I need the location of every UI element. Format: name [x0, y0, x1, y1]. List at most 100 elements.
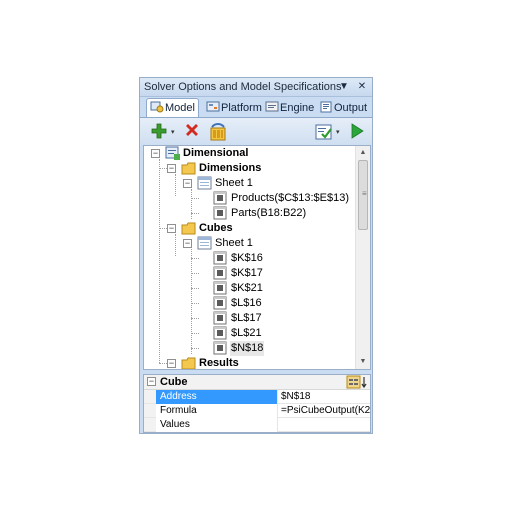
sheet-icon	[197, 236, 212, 250]
add-button[interactable]	[150, 122, 170, 142]
collapse-toggle[interactable]: −	[167, 164, 176, 173]
tab-engine[interactable]: Engine	[261, 98, 318, 117]
tab-model-label: Model	[165, 102, 195, 114]
range-icon	[213, 326, 227, 340]
tree-node-range[interactable]: $L$16	[144, 296, 344, 311]
collapse-toggle[interactable]: −	[167, 359, 176, 368]
collapse-toggle[interactable]: −	[183, 179, 192, 188]
folder-icon	[181, 222, 196, 235]
tree-connector	[191, 318, 199, 319]
tree-node-label: Dimensions	[199, 162, 262, 174]
property-row-address[interactable]: Address $N$18	[144, 390, 370, 404]
property-category-label: Cube	[160, 376, 188, 388]
property-value[interactable]: =PsiCubeOutput(K20)	[279, 404, 370, 418]
tree-node-label: Parts(B18:B22)	[231, 207, 307, 219]
solve-icon	[351, 123, 364, 139]
refresh-icon	[210, 123, 226, 141]
tree-connector	[191, 273, 199, 274]
tab-output-label: Output	[334, 102, 368, 114]
property-row-values[interactable]: Values	[144, 418, 370, 432]
collapse-toggle[interactable]: −	[183, 239, 192, 248]
analyze-icon	[315, 124, 332, 140]
solve-button[interactable]	[349, 122, 369, 142]
tab-engine-label: Engine	[280, 102, 315, 114]
range-icon	[213, 311, 227, 325]
tree-node-label: Products($C$13:$E$13)	[231, 192, 350, 204]
tree-connector	[191, 213, 199, 214]
analyze-dropdown-arrow[interactable]: ▾	[336, 128, 340, 136]
tree-node-label: $L$16	[231, 297, 262, 309]
range-icon	[213, 341, 227, 355]
scroll-up-arrow[interactable]: ▲	[356, 146, 370, 160]
range-icon	[213, 266, 227, 280]
tree-node-sheet[interactable]: − Sheet 1	[144, 176, 344, 191]
scroll-down-arrow[interactable]: ▼	[356, 355, 370, 369]
engine-icon	[265, 101, 279, 112]
tree-connector	[191, 288, 199, 289]
tree-node-range[interactable]: $L$21	[144, 326, 344, 341]
property-grid: − Cube Address $N$18 Formula =PsiCubeOut…	[143, 374, 371, 433]
property-category[interactable]: − Cube	[144, 375, 370, 390]
range-icon	[213, 251, 227, 265]
analyze-button[interactable]	[314, 122, 334, 142]
tree-node-results[interactable]: − Results	[144, 356, 344, 369]
property-name: Formula	[156, 404, 278, 418]
tab-output[interactable]: Output	[315, 98, 371, 117]
tree-node-label: Dimensional	[183, 147, 249, 159]
pane-titlebar: Solver Options and Model Specifications …	[140, 78, 372, 97]
property-value[interactable]: $N$18	[279, 390, 370, 404]
tree-node-label: Results	[199, 357, 239, 369]
tree-connector	[191, 258, 199, 259]
delete-button[interactable]	[183, 122, 203, 142]
property-row-formula[interactable]: Formula =PsiCubeOutput(K20)	[144, 404, 370, 418]
sort-az-icon[interactable]	[346, 375, 368, 389]
tree-node-range[interactable]: $K$17	[144, 266, 344, 281]
tree-node-label: Sheet 1	[215, 177, 253, 189]
property-value[interactable]	[279, 418, 370, 432]
property-name: Address	[156, 390, 278, 404]
model-icon	[150, 101, 164, 113]
tree-node-range[interactable]: Parts(B18:B22)	[144, 206, 344, 221]
tab-platform-label: Platform	[221, 102, 262, 114]
tree-node-range[interactable]: $L$17	[144, 311, 344, 326]
tab-platform[interactable]: Platform	[202, 98, 266, 117]
pane-menu-button[interactable]: ▼	[338, 80, 350, 94]
tree-connector	[191, 348, 199, 349]
delete-icon	[186, 124, 198, 136]
tree-node-label: $K$17	[231, 267, 263, 279]
tree-node-range[interactable]: Products($C$13:$E$13)	[144, 191, 356, 206]
folder-icon	[181, 357, 196, 369]
collapse-toggle[interactable]: −	[167, 224, 176, 233]
tree-scrollbar[interactable]: ▲ ≡ ▼	[355, 146, 370, 369]
tab-model[interactable]: Model	[146, 98, 199, 118]
tree-node-dimensional[interactable]: − Dimensional	[144, 146, 344, 161]
tree-connector	[191, 198, 199, 199]
refresh-button[interactable]	[208, 122, 228, 142]
tree-node-label: $N$18	[230, 341, 265, 356]
tree-node-label: Sheet 1	[215, 237, 253, 249]
pane-title: Solver Options and Model Specifications	[144, 81, 342, 93]
tree-node-dimensions[interactable]: − Dimensions	[144, 161, 344, 176]
scroll-thumb[interactable]: ≡	[358, 160, 368, 230]
grip-icon: ≡	[362, 189, 367, 198]
tree-node-label: $K$16	[231, 252, 263, 264]
tree-node-range[interactable]: $K$16	[144, 251, 344, 266]
solver-options-pane: Solver Options and Model Specifications …	[139, 77, 373, 434]
model-tree[interactable]: − Dimensional − Dimensions − Sheet 1 Pro…	[143, 145, 371, 370]
tree-node-range[interactable]: $K$21	[144, 281, 344, 296]
tree-node-label: $L$17	[231, 312, 262, 324]
range-icon	[213, 281, 227, 295]
tree-node-range-selected[interactable]: $N$18	[144, 341, 344, 356]
tab-strip: Model Platform Engine Output	[140, 97, 372, 118]
range-icon	[213, 191, 227, 205]
tree-node-cubes[interactable]: − Cubes	[144, 221, 344, 236]
collapse-toggle[interactable]: −	[147, 377, 156, 386]
tree-connector	[191, 303, 199, 304]
pane-close-button[interactable]: ✕	[356, 80, 368, 94]
tree-node-sheet[interactable]: − Sheet 1	[144, 236, 344, 251]
output-icon	[320, 101, 332, 113]
add-dropdown-arrow[interactable]: ▾	[171, 128, 175, 136]
collapse-toggle[interactable]: −	[151, 149, 160, 158]
tree-node-label: Cubes	[199, 222, 233, 234]
tree-connector	[191, 333, 199, 334]
